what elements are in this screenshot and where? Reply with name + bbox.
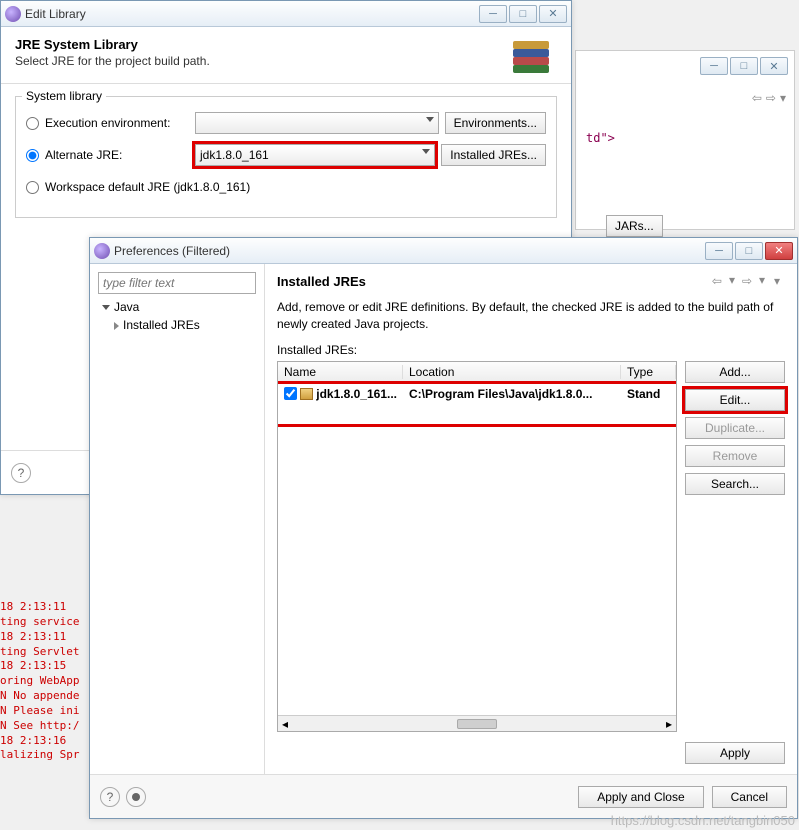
installed-jres-button[interactable]: Installed JREs... — [441, 144, 546, 166]
maximize-button[interactable]: □ — [509, 5, 537, 23]
preferences-title: Preferences (Filtered) — [114, 244, 703, 258]
alt-jre-value: jdk1.8.0_161 — [200, 148, 269, 162]
duplicate-button[interactable]: Duplicate... — [685, 417, 785, 439]
add-button[interactable]: Add... — [685, 361, 785, 383]
group-legend: System library — [22, 89, 106, 103]
horizontal-scrollbar[interactable]: ◂▸ — [278, 715, 676, 731]
bg-close-button[interactable]: ✕ — [760, 57, 788, 75]
eclipse-icon — [94, 243, 110, 259]
col-location[interactable]: Location — [403, 365, 621, 379]
alt-jre-radio[interactable] — [26, 149, 39, 162]
search-button[interactable]: Search... — [685, 473, 785, 495]
preferences-tree-panel: Java Installed JREs — [90, 264, 265, 774]
background-panel: ─ □ ✕ ⇦ ⇨ ▾ td"> — [575, 50, 795, 230]
cancel-button[interactable]: Cancel — [712, 786, 787, 808]
edit-library-titlebar[interactable]: Edit Library ─ □ ✕ — [1, 1, 571, 27]
remove-button[interactable]: Remove — [685, 445, 785, 467]
jre-icon — [300, 388, 313, 400]
workspace-default-radio[interactable] — [26, 181, 39, 194]
help-icon[interactable]: ? — [100, 787, 120, 807]
nav-menu-icon[interactable]: ▾ — [769, 273, 785, 289]
environments-button[interactable]: Environments... — [445, 112, 546, 134]
chevron-down-icon — [102, 305, 110, 310]
filter-input[interactable] — [98, 272, 256, 294]
maximize-button[interactable]: □ — [735, 242, 763, 260]
page-description: Add, remove or edit JRE definitions. By … — [277, 299, 785, 333]
banner-subheading: Select JRE for the project build path. — [15, 54, 210, 68]
table-label: Installed JREs: — [277, 343, 785, 357]
apply-and-close-button[interactable]: Apply and Close — [578, 786, 703, 808]
system-library-group: System library Execution environment: En… — [15, 96, 557, 218]
alt-jre-label: Alternate JRE: — [45, 148, 195, 162]
tree-node-installed-jres[interactable]: Installed JREs — [98, 316, 256, 334]
bg-maximize-button[interactable]: □ — [730, 57, 758, 75]
edit-library-title: Edit Library — [25, 7, 477, 21]
bg-minimize-button[interactable]: ─ — [700, 57, 728, 75]
tree-node-java[interactable]: Java — [98, 298, 256, 316]
watermark: https://blog.csdn.net/tangbin050 — [611, 813, 795, 828]
help-icon[interactable]: ? — [11, 463, 31, 483]
nav-fwd-icon[interactable]: ⇨ — [766, 91, 776, 105]
col-type[interactable]: Type — [621, 365, 676, 379]
exec-env-radio[interactable] — [26, 117, 39, 130]
minimize-button[interactable]: ─ — [705, 242, 733, 260]
jars-button[interactable]: JARs... — [606, 215, 663, 237]
banner-heading: JRE System Library — [15, 37, 210, 52]
preferences-titlebar[interactable]: Preferences (Filtered) ─ □ ✕ — [90, 238, 797, 264]
nav-menu-icon[interactable]: ▾ — [780, 91, 786, 105]
nav-fwd-icon[interactable]: ⇨ — [739, 273, 755, 289]
chevron-right-icon — [114, 322, 119, 330]
jre-table[interactable]: Name Location Type jdk1.8.0_161... C:\Pr… — [277, 361, 677, 732]
eclipse-icon — [5, 6, 21, 22]
preferences-window: Preferences (Filtered) ─ □ ✕ Java Instal… — [89, 237, 798, 819]
library-books-icon — [513, 37, 557, 73]
nav-back-icon[interactable]: ⇦ — [709, 273, 725, 289]
close-button[interactable]: ✕ — [539, 5, 567, 23]
edit-library-banner: JRE System Library Select JRE for the pr… — [1, 27, 571, 84]
record-icon[interactable] — [126, 787, 146, 807]
console-output: 18 2:13:11 ting service 18 2:13:11 ting … — [0, 600, 88, 763]
col-name[interactable]: Name — [278, 365, 403, 379]
apply-button[interactable]: Apply — [685, 742, 785, 764]
chevron-down-icon — [426, 117, 434, 122]
bg-code-text: td"> — [586, 131, 615, 145]
chevron-down-icon — [422, 149, 430, 154]
jre-checkbox[interactable] — [284, 387, 297, 400]
nav-back-icon[interactable]: ⇦ — [752, 91, 762, 105]
exec-env-combo[interactable] — [195, 112, 439, 134]
edit-button[interactable]: Edit... — [685, 389, 785, 411]
table-row[interactable]: jdk1.8.0_161... C:\Program Files\Java\jd… — [278, 384, 676, 404]
alt-jre-combo[interactable]: jdk1.8.0_161 — [195, 144, 435, 166]
workspace-default-label: Workspace default JRE (jdk1.8.0_161) — [45, 180, 250, 194]
close-button[interactable]: ✕ — [765, 242, 793, 260]
minimize-button[interactable]: ─ — [479, 5, 507, 23]
exec-env-label: Execution environment: — [45, 116, 195, 130]
